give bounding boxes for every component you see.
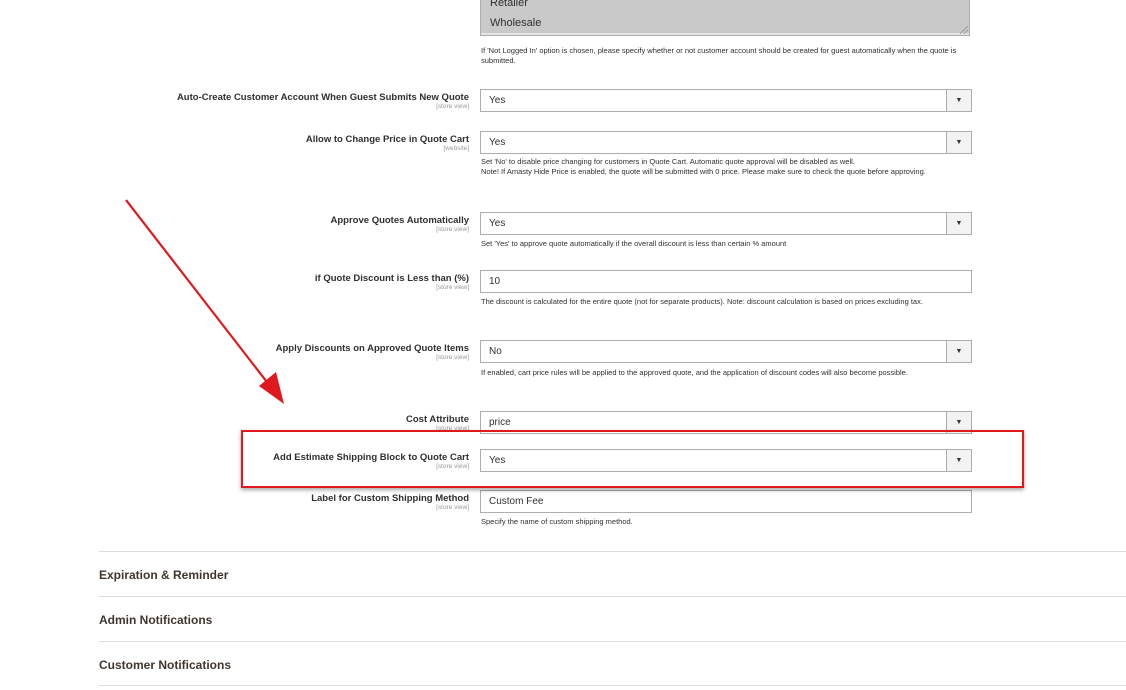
section-divider: [99, 685, 1126, 686]
section-title: Customer Notifications: [99, 658, 232, 672]
section-title: Expiration & Reminder: [99, 568, 229, 582]
section-title: Admin Notifications: [99, 613, 213, 627]
section-admin-notifications[interactable]: Admin Notifications: [99, 596, 1126, 640]
section-customer-notifications[interactable]: Customer Notifications: [99, 641, 1126, 685]
section-expiration-reminder[interactable]: Expiration & Reminder: [99, 551, 1126, 595]
